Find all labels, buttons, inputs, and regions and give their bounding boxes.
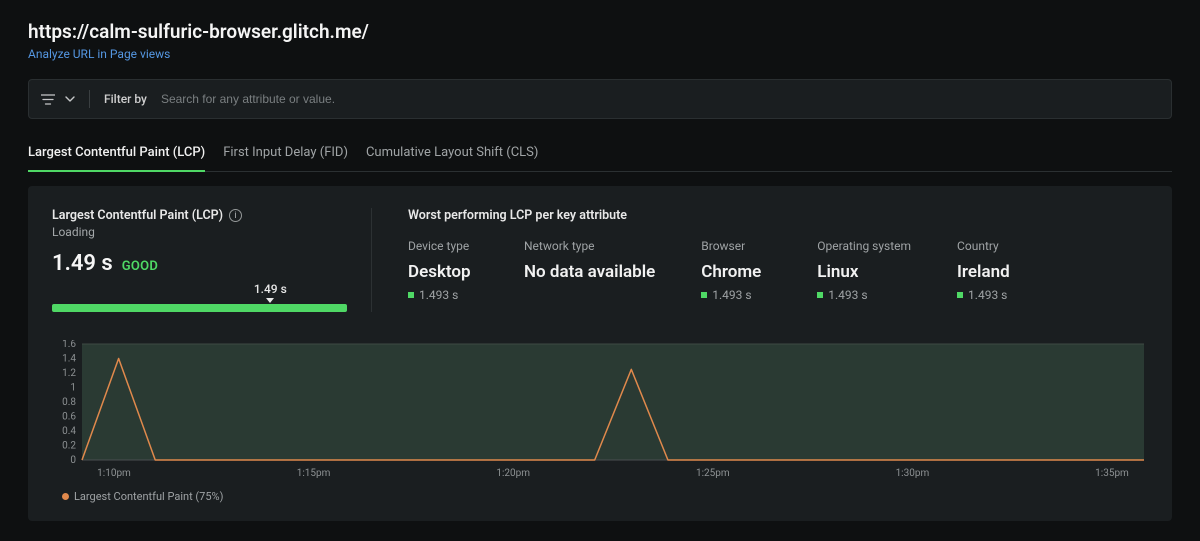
analyze-url-link[interactable]: Analyze URL in Page views [28, 47, 1172, 61]
metric-summary: Largest Contentful Paint (LCP) i Loading… [52, 208, 372, 312]
chevron-down-icon[interactable] [65, 96, 75, 102]
svg-text:0.2: 0.2 [62, 441, 76, 452]
svg-text:0: 0 [70, 455, 76, 466]
svg-text:1.2: 1.2 [62, 368, 76, 379]
attr-block: Country Ireland 1.493 s [957, 239, 1027, 302]
slider-label: 1.49 s [254, 282, 287, 296]
svg-text:1.4: 1.4 [62, 354, 76, 365]
attr-value: Linux [817, 262, 911, 282]
attr-block: Browser Chrome 1.493 s [701, 239, 771, 302]
status-dot-icon [408, 292, 414, 298]
tab-fid[interactable]: First Input Delay (FID) [223, 135, 348, 171]
worst-performing: Worst performing LCP per key attribute D… [408, 208, 1148, 312]
attr-value: Ireland [957, 262, 1027, 282]
info-icon[interactable]: i [229, 209, 242, 222]
page-title: https://calm-sulfuric-browser.glitch.me/ [28, 20, 1172, 43]
attr-value: Desktop [408, 262, 478, 282]
tab-lcp[interactable]: Largest Contentful Paint (LCP) [28, 135, 205, 171]
filter-by-label: Filter by [104, 92, 147, 106]
svg-text:0.8: 0.8 [62, 397, 76, 408]
status-dot-icon [957, 292, 963, 298]
attr-value: Chrome [701, 262, 771, 282]
attr-subvalue: 1.493 s [408, 288, 478, 302]
metric-subtitle: Loading [52, 225, 347, 239]
worst-title: Worst performing LCP per key attribute [408, 208, 1148, 223]
metric-value: 1.49 s [52, 251, 113, 276]
filter-bar: Filter by [28, 79, 1172, 119]
panel: Largest Contentful Paint (LCP) i Loading… [28, 186, 1172, 521]
svg-text:1:10pm: 1:10pm [97, 468, 131, 479]
chart-legend: Largest Contentful Paint (75%) [62, 490, 1148, 503]
attr-subvalue: 1.493 s [957, 288, 1027, 302]
legend-dot-icon [62, 493, 69, 500]
filter-input[interactable] [161, 92, 1159, 106]
slider-pointer [266, 298, 274, 303]
svg-text:1:20pm: 1:20pm [496, 468, 530, 479]
attr-block: Network type No data available [524, 239, 655, 302]
attr-label: Browser [701, 239, 771, 253]
divider [89, 90, 90, 108]
svg-text:1:25pm: 1:25pm [696, 468, 730, 479]
attr-subvalue: 1.493 s [701, 288, 771, 302]
lcp-chart: 0 0.2 0.4 0.6 0.8 1 1.2 1.4 1.6 1:10pm 1:15pm 1:20p… [52, 340, 1148, 480]
metric-title: Largest Contentful Paint (LCP) [52, 208, 223, 223]
svg-text:1:35pm: 1:35pm [1095, 468, 1129, 479]
attr-value: No data available [524, 262, 655, 282]
threshold-slider: 1.49 s [52, 304, 347, 312]
svg-text:1:15pm: 1:15pm [297, 468, 331, 479]
tab-cls[interactable]: Cumulative Layout Shift (CLS) [366, 135, 538, 171]
attr-block: Device type Desktop 1.493 s [408, 239, 478, 302]
status-dot-icon [817, 292, 823, 298]
metric-grade: GOOD [122, 259, 158, 274]
status-dot-icon [701, 292, 707, 298]
svg-text:0.4: 0.4 [62, 426, 76, 437]
svg-text:1:30pm: 1:30pm [896, 468, 930, 479]
attr-label: Device type [408, 239, 478, 253]
attr-label: Country [957, 239, 1027, 253]
svg-text:1: 1 [70, 383, 76, 394]
svg-text:1.6: 1.6 [62, 340, 76, 350]
attr-label: Operating system [817, 239, 911, 253]
attr-label: Network type [524, 239, 655, 253]
attr-subvalue: 1.493 s [817, 288, 911, 302]
tabs: Largest Contentful Paint (LCP) First Inp… [28, 135, 1172, 172]
slider-track [52, 304, 347, 312]
legend-label: Largest Contentful Paint (75%) [74, 490, 223, 503]
svg-text:0.6: 0.6 [62, 412, 76, 423]
filter-icon[interactable] [41, 94, 55, 105]
attr-block: Operating system Linux 1.493 s [817, 239, 911, 302]
